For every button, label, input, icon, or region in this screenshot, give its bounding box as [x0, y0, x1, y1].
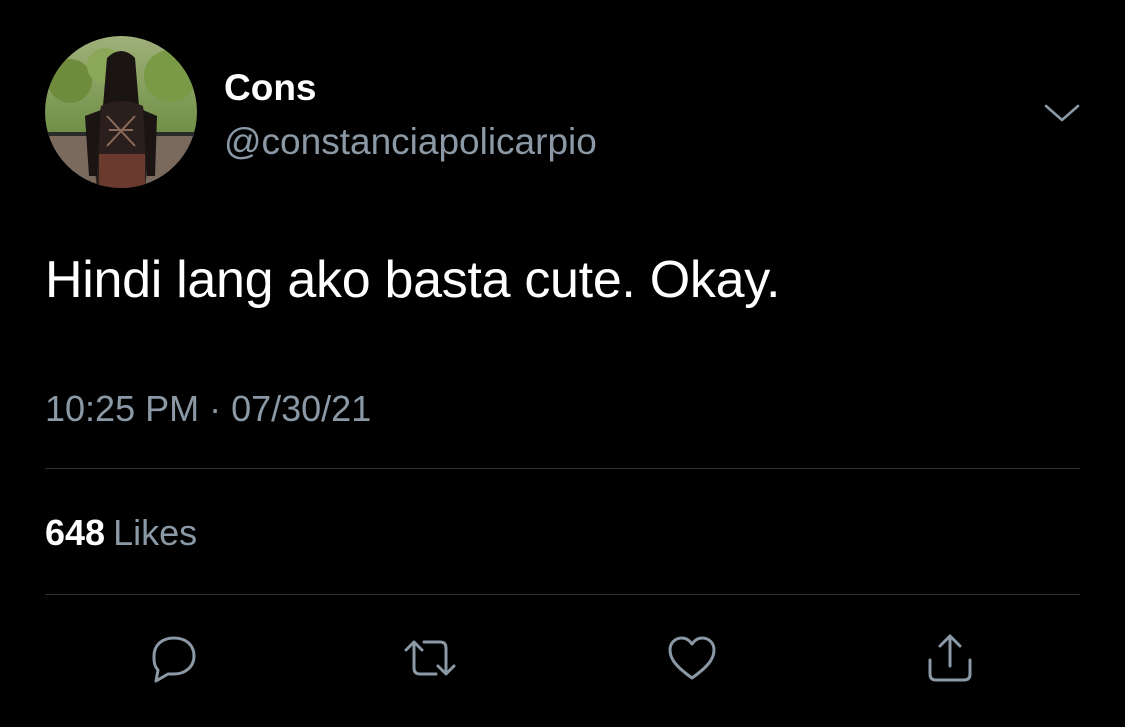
- likes-stat[interactable]: 648 Likes: [45, 509, 197, 557]
- reply-button[interactable]: [144, 628, 204, 688]
- display-name[interactable]: Cons: [224, 64, 317, 112]
- tweet-card: Cons @constanciapolicarpio Hindi lang ak…: [0, 0, 1125, 727]
- tweet-text: Hindi lang ako basta cute. Okay.: [45, 251, 781, 309]
- user-handle[interactable]: @constanciapolicarpio: [224, 118, 597, 166]
- retweet-icon: [404, 640, 456, 676]
- likes-count: 648: [45, 512, 106, 553]
- avatar[interactable]: [45, 36, 197, 188]
- tweet-timestamp[interactable]: 10:25 PM · 07/30/21: [45, 385, 371, 433]
- heart-icon: [668, 636, 716, 680]
- likes-label: Likes: [113, 512, 198, 553]
- divider: [45, 594, 1080, 595]
- retweet-button[interactable]: [400, 628, 460, 688]
- divider: [45, 468, 1080, 469]
- like-button[interactable]: [662, 628, 722, 688]
- reply-icon: [152, 636, 196, 683]
- chevron-down-icon[interactable]: [1040, 96, 1084, 130]
- share-button[interactable]: [920, 628, 980, 688]
- avatar-image: [45, 36, 197, 188]
- share-icon: [928, 634, 972, 682]
